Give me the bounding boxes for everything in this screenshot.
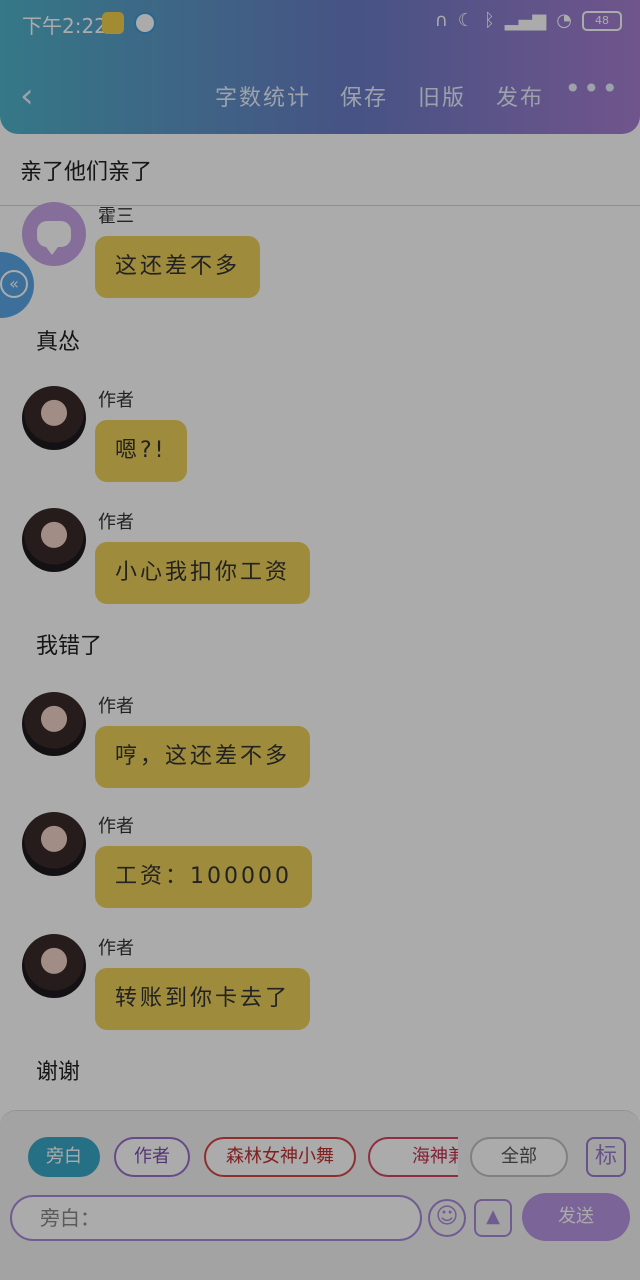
all-roles-button[interactable]: 全部 bbox=[470, 1137, 568, 1177]
word-count-button[interactable]: 字数统计 bbox=[215, 80, 311, 112]
narration-text[interactable]: 真怂 bbox=[36, 324, 80, 356]
avatar[interactable] bbox=[22, 386, 86, 450]
status-time: 下午2:22 bbox=[22, 14, 107, 38]
bluetooth-icon: ᛒ bbox=[483, 10, 495, 31]
message-bubble[interactable]: 这还差不多 bbox=[95, 236, 261, 298]
avatar[interactable] bbox=[22, 508, 86, 572]
role-chip-author[interactable]: 作者 bbox=[114, 1137, 190, 1177]
sender-name: 作者 bbox=[98, 512, 134, 533]
image-icon[interactable]: ▲ bbox=[474, 1199, 512, 1237]
collapse-left-icon: « bbox=[0, 270, 28, 298]
sender-name: 作者 bbox=[98, 816, 134, 837]
avatar[interactable] bbox=[22, 692, 86, 756]
header-bar: 下午2:22 ∩ ☾ ᛒ ▂▄▆ ◔ 48 ‹ 字数统计 保存 旧版 发布 ••… bbox=[0, 0, 640, 134]
sender-name: 作者 bbox=[98, 390, 134, 411]
more-icon[interactable]: ••• bbox=[564, 72, 620, 105]
message-bubble[interactable]: 哼，这还差不多 bbox=[95, 726, 311, 788]
role-chip-sea-god[interactable]: 海神兼任 bbox=[368, 1137, 458, 1177]
moon-icon: ☾ bbox=[457, 10, 474, 31]
message-input[interactable]: 旁白： bbox=[10, 1195, 422, 1241]
battery-icon: 48 bbox=[582, 10, 622, 31]
old-version-button[interactable]: 旧版 bbox=[418, 80, 466, 112]
headphones-icon: ∩ bbox=[434, 10, 448, 31]
compose-panel: 旁白 作者 森林女神小舞 海神兼任 全部 标 旁白： ☺ ▲ 发送 bbox=[0, 1110, 640, 1280]
role-chips: 旁白 作者 森林女神小舞 海神兼任 bbox=[28, 1137, 458, 1181]
status-icons: ∩ ☾ ᛒ ▂▄▆ ◔ 48 bbox=[435, 10, 622, 31]
sender-name: 作者 bbox=[98, 938, 134, 959]
emoji-icon[interactable]: ☺ bbox=[428, 1199, 466, 1237]
avatar[interactable] bbox=[22, 934, 86, 998]
sender-name: 霍三 bbox=[98, 206, 134, 227]
publish-button[interactable]: 发布 bbox=[496, 80, 544, 112]
chat-bubble-icon bbox=[37, 221, 71, 255]
sender-name: 作者 bbox=[98, 696, 134, 717]
message-bubble[interactable]: 小心我扣你工资 bbox=[95, 542, 311, 604]
chat-area[interactable]: 霍三 这还差不多 真怂 作者 嗯?! 作者 小心我扣你工资 我错了 作者 哼，这… bbox=[0, 202, 640, 1106]
narration-text[interactable]: 我错了 bbox=[36, 628, 102, 660]
signal-icon: ▂▄▆ bbox=[504, 10, 547, 31]
role-chip-forest-goddess[interactable]: 森林女神小舞 bbox=[204, 1137, 356, 1177]
k-app-icon bbox=[134, 12, 156, 34]
avatar[interactable] bbox=[22, 812, 86, 876]
back-icon[interactable]: ‹ bbox=[20, 76, 34, 116]
chapter-title: 亲了他们亲了 bbox=[20, 160, 153, 185]
mark-button[interactable]: 标 bbox=[586, 1137, 626, 1177]
narration-text[interactable]: 谢谢 bbox=[36, 1054, 80, 1086]
message-bubble[interactable]: 工资：100000 bbox=[95, 846, 312, 908]
top-nav: ‹ 字数统计 保存 旧版 发布 ••• bbox=[0, 70, 640, 120]
message-bubble[interactable]: 嗯?! bbox=[95, 420, 187, 482]
avatar[interactable] bbox=[22, 202, 86, 266]
status-bar: 下午2:22 ∩ ☾ ᛒ ▂▄▆ ◔ 48 bbox=[0, 8, 640, 38]
save-button[interactable]: 保存 bbox=[340, 80, 388, 112]
app-notification-icon bbox=[102, 12, 124, 34]
role-chip-narration[interactable]: 旁白 bbox=[28, 1137, 100, 1177]
chapter-title-row[interactable]: 亲了他们亲了 bbox=[0, 134, 640, 206]
wifi-icon: ◔ bbox=[556, 10, 572, 31]
message-bubble[interactable]: 转账到你卡去了 bbox=[95, 968, 311, 1030]
send-button[interactable]: 发送 bbox=[522, 1193, 630, 1241]
